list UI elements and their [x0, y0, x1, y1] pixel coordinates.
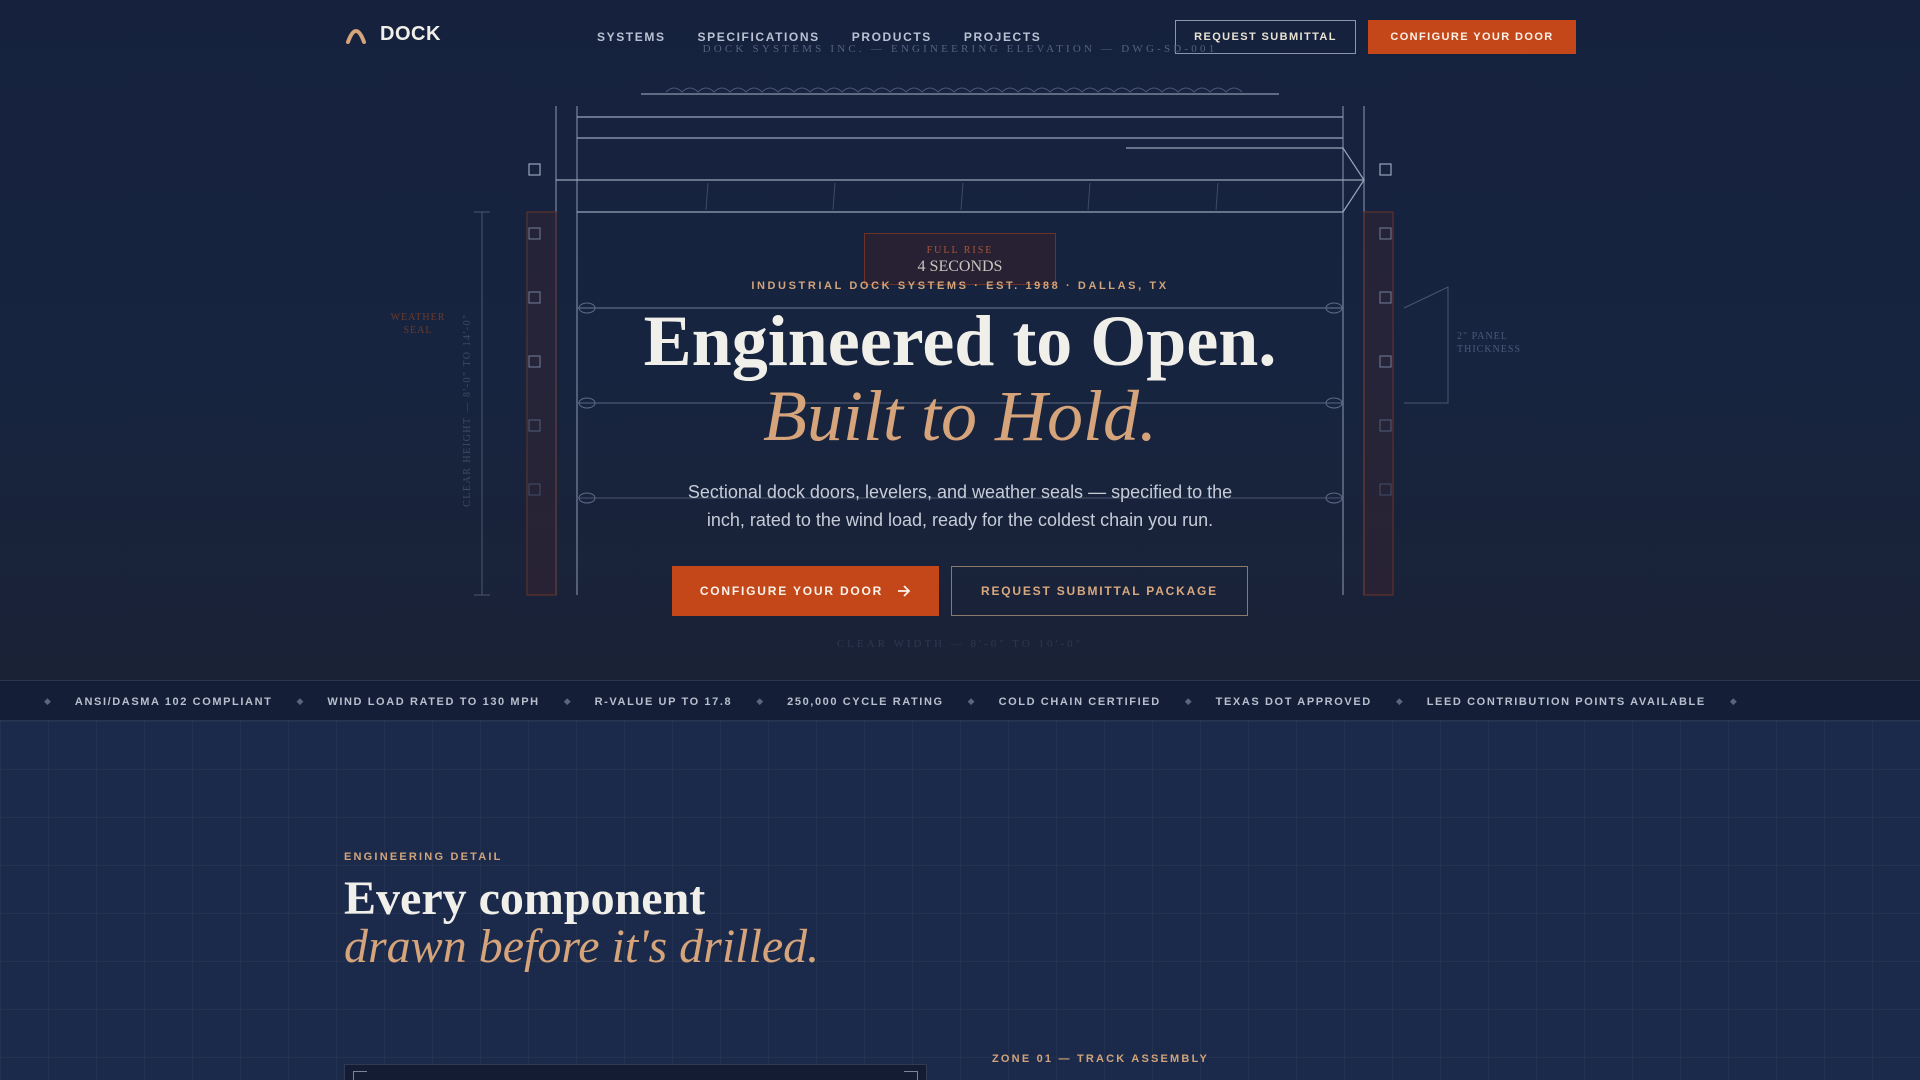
nav-link-products[interactable]: PRODUCTS — [852, 30, 932, 44]
configure-door-label: CONFIGURE YOUR DOOR — [699, 584, 884, 598]
hero-eyebrow: INDUSTRIAL DOCK SYSTEMS · EST. 1988 · DA… — [751, 280, 1169, 292]
engineering-title-emphasis: drawn before it's drilled. — [344, 920, 820, 973]
clear-width-label: CLEAR WIDTH — 8'-0" TO 10'-0" — [836, 638, 1084, 650]
zone-label: ZONE 01 — TRACK ASSEMBLY — [992, 1053, 1210, 1065]
top-navigation: DOCK SYSTEMS SPECIFICATIONS PRODUCTS PRO… — [0, 0, 1920, 74]
configure-door-button[interactable]: CONFIGURE YOUR DOOR — [672, 566, 939, 616]
diamond-icon: ◆ — [1395, 696, 1403, 706]
request-submittal-package-button[interactable]: REQUEST SUBMITTAL PACKAGE — [951, 566, 1248, 616]
certification-ticker: ◆ ANSI/DASMA 102 COMPLIANT ◆ WIND LOAD R… — [0, 680, 1920, 721]
diamond-icon: ◆ — [44, 696, 51, 706]
diamond-icon: ◆ — [296, 696, 304, 706]
engineering-section: ENGINEERING DETAIL Every component drawn… — [0, 721, 1920, 1080]
ticker-item: LEED CONTRIBUTION POINTS AVAILABLE — [1426, 695, 1706, 708]
nav-link-projects[interactable]: PROJECTS — [964, 30, 1041, 44]
track-assembly-drawing-panel — [344, 1064, 927, 1080]
full-rise-badge: FULL RISE 4 SECONDS — [864, 233, 1056, 285]
corner-mark — [353, 1071, 367, 1080]
nav-links: SYSTEMS SPECIFICATIONS PRODUCTS PROJECTS — [597, 30, 1041, 44]
arrow-right-icon — [898, 585, 911, 597]
hero-section: DOCK SYSTEMS SPECIFICATIONS PRODUCTS PRO… — [0, 0, 1920, 680]
ticker-item: TEXAS DOT APPROVED — [1215, 695, 1372, 708]
ticker-item: COLD CHAIN CERTIFIED — [998, 695, 1161, 708]
ticker-item: ANSI/DASMA 102 COMPLIANT — [74, 695, 273, 708]
ticker-item: WIND LOAD RATED TO 130 MPH — [327, 695, 540, 708]
diamond-icon: ◆ — [1729, 696, 1737, 706]
hero-title: Engineered to Open. — [643, 301, 1277, 381]
nav-link-specifications[interactable]: SPECIFICATIONS — [698, 30, 820, 44]
nav-link-systems[interactable]: SYSTEMS — [597, 30, 666, 44]
diamond-icon: ◆ — [1184, 696, 1192, 706]
ticker-track: ◆ ANSI/DASMA 102 COMPLIANT ◆ WIND LOAD R… — [20, 681, 1761, 720]
badge-value: 4 SECONDS — [917, 258, 1003, 275]
corner-mark — [904, 1071, 918, 1080]
ticker-item: 250,000 CYCLE RATING — [787, 695, 944, 708]
ticker-item: R-VALUE UP TO 17.8 — [594, 695, 733, 708]
badge-label: FULL RISE — [926, 245, 994, 256]
diamond-icon: ◆ — [563, 696, 571, 706]
engineering-eyebrow: ENGINEERING DETAIL — [344, 851, 503, 863]
drawing-title: DOCK SYSTEMS INC. — ENGINEERING ELEVATIO… — [702, 43, 1218, 55]
hero-title-emphasis: Built to Hold. — [763, 376, 1157, 456]
diamond-icon: ◆ — [967, 696, 975, 706]
engineering-title: Every component — [344, 872, 706, 925]
diamond-icon: ◆ — [756, 696, 764, 706]
hero-lede: Sectional dock doors, levelers, and weat… — [687, 482, 1233, 530]
